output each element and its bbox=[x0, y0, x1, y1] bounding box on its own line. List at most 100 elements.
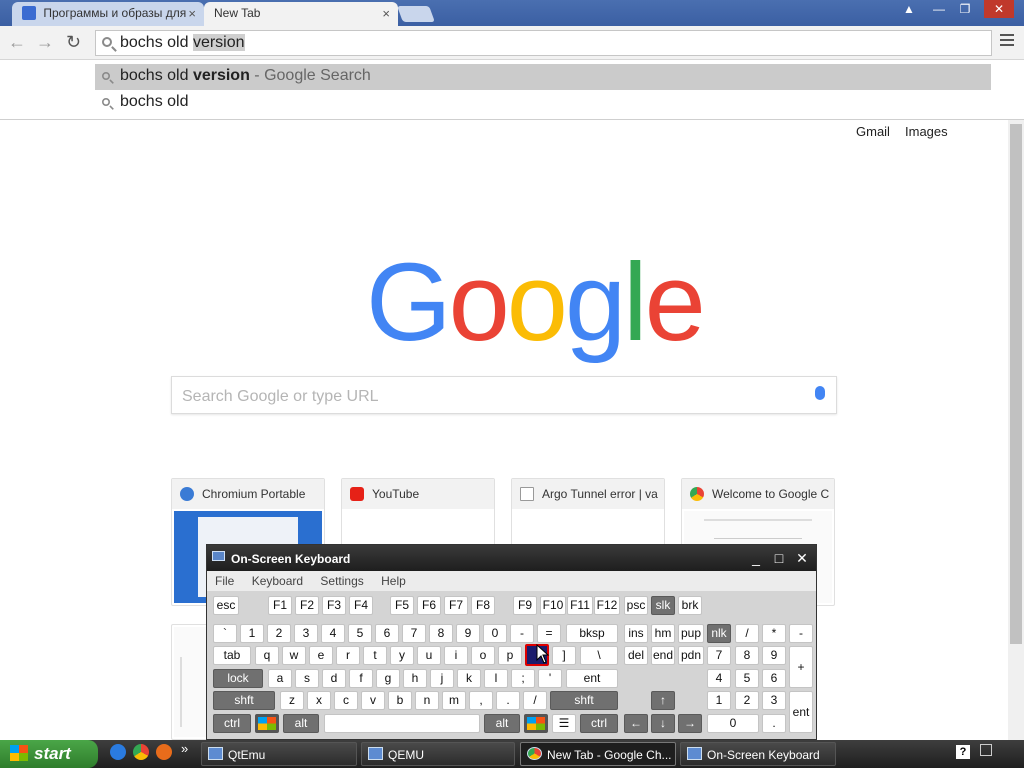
key[interactable]: bksp bbox=[566, 624, 618, 643]
key[interactable]: e bbox=[309, 646, 333, 665]
hamburger-menu-icon[interactable] bbox=[1000, 34, 1014, 49]
key[interactable]: x bbox=[307, 691, 331, 710]
key[interactable]: + bbox=[789, 646, 813, 688]
suggestion-item[interactable]: bochs old version - Google Search bbox=[95, 64, 991, 90]
key[interactable]: 3 bbox=[294, 624, 318, 643]
key[interactable]: y bbox=[390, 646, 414, 665]
key[interactable]: 8 bbox=[735, 646, 759, 665]
key[interactable]: . bbox=[496, 691, 520, 710]
key[interactable]: brk bbox=[678, 596, 702, 615]
search-input[interactable]: Search Google or type URL bbox=[171, 376, 837, 414]
key[interactable]: - bbox=[789, 624, 813, 643]
taskbar-item-chrome[interactable]: New Tab - Google Ch... bbox=[520, 742, 676, 766]
key[interactable]: 5 bbox=[348, 624, 372, 643]
profile-icon[interactable]: ▲ bbox=[896, 0, 922, 18]
key[interactable]: ; bbox=[511, 669, 535, 688]
key[interactable]: lock bbox=[213, 669, 263, 688]
key[interactable]: 3 bbox=[762, 691, 786, 710]
key[interactable]: / bbox=[735, 624, 759, 643]
key[interactable]: ↑ bbox=[651, 691, 675, 710]
key[interactable]: ent bbox=[566, 669, 618, 688]
key[interactable]: s bbox=[295, 669, 319, 688]
omnibox[interactable]: bochs old version bbox=[95, 30, 992, 56]
key[interactable]: F1 bbox=[268, 596, 292, 615]
images-link[interactable]: Images bbox=[905, 124, 948, 139]
key[interactable]: F7 bbox=[444, 596, 468, 615]
key[interactable]: F11 bbox=[567, 596, 593, 615]
microphone-icon[interactable] bbox=[815, 386, 825, 400]
key[interactable]: w bbox=[282, 646, 306, 665]
key[interactable]: ← bbox=[624, 714, 648, 733]
key[interactable]: F6 bbox=[417, 596, 441, 615]
close-window-button[interactable]: ✕ bbox=[984, 0, 1014, 18]
key[interactable]: * bbox=[762, 624, 786, 643]
firefox-icon[interactable] bbox=[156, 744, 172, 760]
key[interactable]: 4 bbox=[707, 669, 731, 688]
key[interactable]: ] bbox=[552, 646, 576, 665]
windows-key-icon[interactable] bbox=[255, 714, 279, 733]
key[interactable]: . bbox=[762, 714, 786, 733]
network-icon[interactable] bbox=[980, 744, 992, 756]
key[interactable]: ' bbox=[538, 669, 562, 688]
key[interactable]: v bbox=[361, 691, 385, 710]
key[interactable]: F10 bbox=[540, 596, 566, 615]
key[interactable]: - bbox=[510, 624, 534, 643]
tab-new-tab[interactable]: New Tab × bbox=[204, 2, 398, 26]
key[interactable]: = bbox=[537, 624, 561, 643]
key[interactable]: ↓ bbox=[651, 714, 675, 733]
key[interactable]: esc bbox=[213, 596, 239, 615]
key[interactable]: / bbox=[523, 691, 547, 710]
key[interactable]: j bbox=[430, 669, 454, 688]
key[interactable]: → bbox=[678, 714, 702, 733]
key[interactable]: hm bbox=[651, 624, 675, 643]
key[interactable]: F5 bbox=[390, 596, 414, 615]
key[interactable]: 1 bbox=[240, 624, 264, 643]
space-key[interactable] bbox=[324, 714, 480, 733]
key[interactable]: 6 bbox=[375, 624, 399, 643]
key[interactable]: shft bbox=[213, 691, 275, 710]
forward-arrow-icon[interactable]: → bbox=[36, 32, 54, 53]
key[interactable]: t bbox=[363, 646, 387, 665]
taskbar-item-osk[interactable]: On-Screen Keyboard bbox=[680, 742, 836, 766]
key[interactable]: , bbox=[469, 691, 493, 710]
key[interactable]: 0 bbox=[707, 714, 759, 733]
key[interactable]: 1 bbox=[707, 691, 731, 710]
key[interactable]: b bbox=[388, 691, 412, 710]
suggestion-item[interactable]: bochs old bbox=[95, 90, 991, 116]
key[interactable]: F2 bbox=[295, 596, 319, 615]
key[interactable]: p bbox=[498, 646, 522, 665]
key[interactable]: m bbox=[442, 691, 466, 710]
key[interactable]: z bbox=[280, 691, 304, 710]
key[interactable]: o bbox=[471, 646, 495, 665]
key[interactable]: 4 bbox=[321, 624, 345, 643]
osk-maximize-button[interactable]: □ bbox=[769, 549, 789, 567]
key[interactable]: q bbox=[255, 646, 279, 665]
key[interactable]: l bbox=[484, 669, 508, 688]
taskbar-item-qtemu[interactable]: QtEmu bbox=[201, 742, 357, 766]
key[interactable]: slk bbox=[651, 596, 675, 615]
key[interactable]: 9 bbox=[762, 646, 786, 665]
key[interactable]: ins bbox=[624, 624, 648, 643]
key[interactable]: alt bbox=[283, 714, 319, 733]
key[interactable]: ent bbox=[789, 691, 813, 733]
key[interactable]: F3 bbox=[322, 596, 346, 615]
chrome-icon[interactable] bbox=[133, 744, 149, 760]
taskbar-item-qemu[interactable]: QEMU bbox=[361, 742, 515, 766]
menu-help[interactable]: Help bbox=[381, 574, 406, 588]
key[interactable]: alt bbox=[484, 714, 520, 733]
key[interactable]: 2 bbox=[267, 624, 291, 643]
key[interactable]: F8 bbox=[471, 596, 495, 615]
key[interactable]: 2 bbox=[735, 691, 759, 710]
key[interactable]: 9 bbox=[456, 624, 480, 643]
key[interactable]: a bbox=[268, 669, 292, 688]
key[interactable]: ctrl bbox=[580, 714, 618, 733]
internet-explorer-icon[interactable] bbox=[110, 744, 126, 760]
key[interactable]: shft bbox=[550, 691, 618, 710]
key[interactable]: 7 bbox=[402, 624, 426, 643]
key[interactable]: nlk bbox=[707, 624, 731, 643]
key[interactable]: d bbox=[322, 669, 346, 688]
key[interactable]: n bbox=[415, 691, 439, 710]
osk-close-button[interactable]: ✕ bbox=[792, 549, 812, 567]
key[interactable]: end bbox=[651, 646, 675, 665]
key[interactable]: pup bbox=[678, 624, 704, 643]
